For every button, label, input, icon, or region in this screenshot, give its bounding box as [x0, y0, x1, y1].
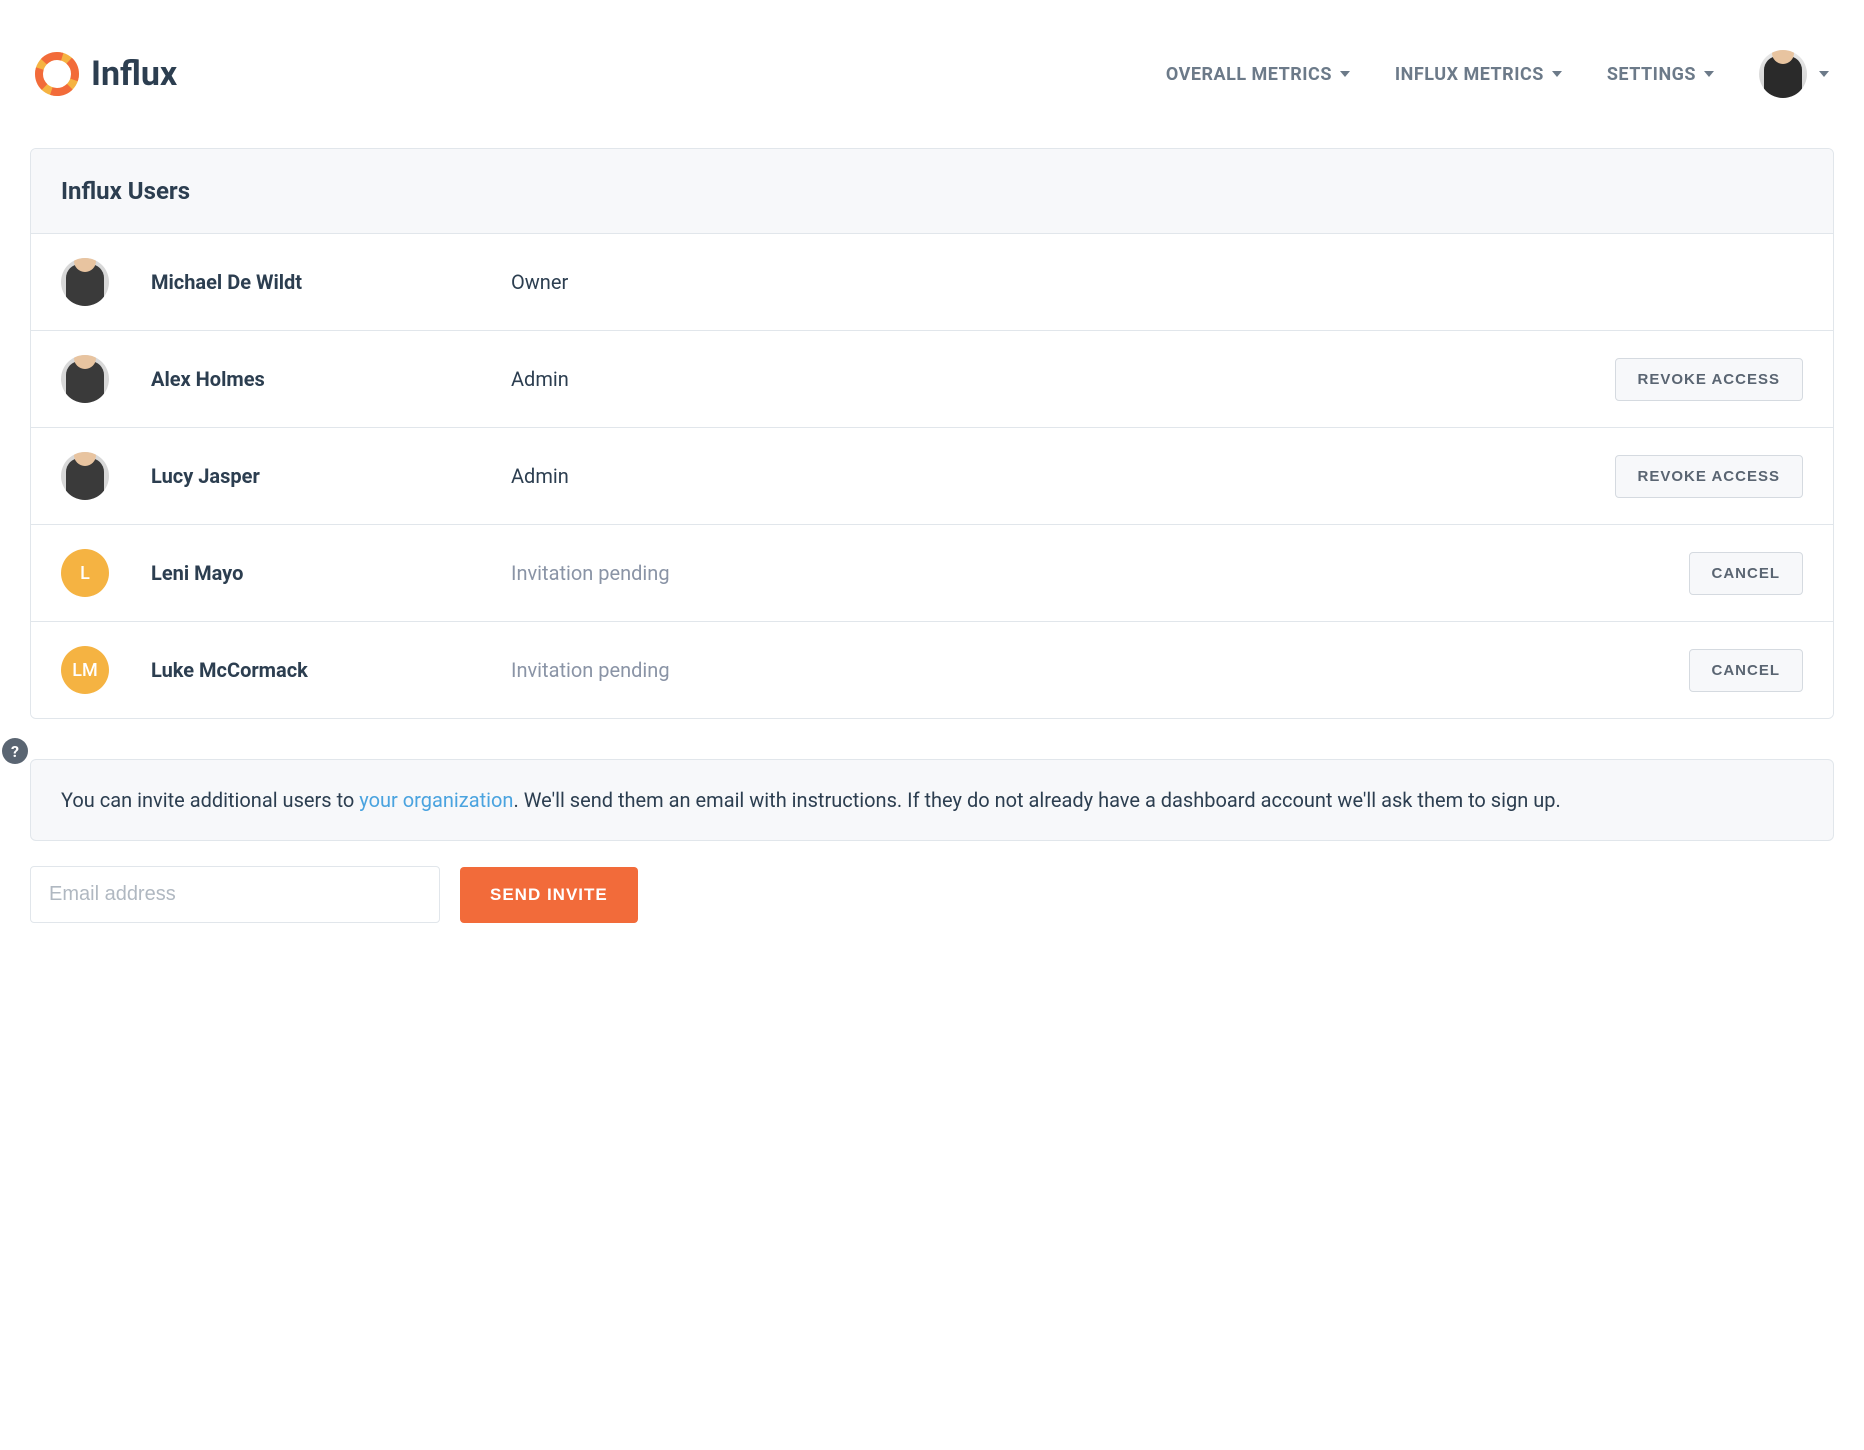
- nav-item-label: SETTINGS: [1607, 64, 1696, 85]
- user-avatar-col: [61, 355, 151, 403]
- nav: OVERALL METRICS INFLUX METRICS SETTINGS: [1166, 50, 1829, 98]
- user-avatar-col: LM: [61, 646, 151, 694]
- help-button[interactable]: ?: [2, 738, 28, 764]
- logo[interactable]: Influx: [35, 52, 177, 96]
- user-row: Michael De WildtOwner: [31, 234, 1833, 331]
- invite-info-panel: You can invite additional users to your …: [30, 759, 1834, 841]
- avatar-initials: LM: [61, 646, 109, 694]
- user-name: Luke McCormack: [151, 658, 511, 682]
- panel-header: Influx Users: [31, 149, 1833, 234]
- avatar-initials: L: [61, 549, 109, 597]
- chevron-down-icon: [1704, 71, 1714, 77]
- revoke-access-button[interactable]: REVOKE ACCESS: [1615, 455, 1803, 498]
- brand-icon: [35, 52, 79, 96]
- chevron-down-icon: [1819, 71, 1829, 77]
- nav-item-label: INFLUX METRICS: [1395, 64, 1544, 85]
- info-text: You can invite additional users to: [61, 788, 359, 812]
- avatar: [61, 355, 109, 403]
- user-avatar-col: L: [61, 549, 151, 597]
- user-avatar-col: [61, 258, 151, 306]
- user-role: Invitation pending: [511, 658, 1689, 682]
- avatar: [1759, 50, 1807, 98]
- info-text: . We'll send them an email with instruct…: [513, 788, 1560, 812]
- user-action-col: CANCEL: [1689, 649, 1804, 692]
- user-role: Admin: [511, 367, 1615, 391]
- user-name: Lucy Jasper: [151, 464, 511, 488]
- user-row: Alex HolmesAdminREVOKE ACCESS: [31, 331, 1833, 428]
- header: Influx OVERALL METRICS INFLUX METRICS SE…: [15, 0, 1849, 148]
- user-name: Leni Mayo: [151, 561, 511, 585]
- revoke-access-button[interactable]: REVOKE ACCESS: [1615, 358, 1803, 401]
- avatar: [61, 258, 109, 306]
- chevron-down-icon: [1552, 71, 1562, 77]
- user-row: LM Luke McCormackInvitation pendingCANCEL: [31, 622, 1833, 718]
- user-role: Admin: [511, 464, 1615, 488]
- user-row: L Leni MayoInvitation pendingCANCEL: [31, 525, 1833, 622]
- nav-settings[interactable]: SETTINGS: [1607, 64, 1714, 85]
- user-action-col: CANCEL: [1689, 552, 1804, 595]
- user-row: Lucy JasperAdminREVOKE ACCESS: [31, 428, 1833, 525]
- organization-link[interactable]: your organization: [359, 788, 513, 812]
- user-name: Alex Holmes: [151, 367, 511, 391]
- nav-overall-metrics[interactable]: OVERALL METRICS: [1166, 64, 1350, 85]
- user-avatar-col: [61, 452, 151, 500]
- panel-title: Influx Users: [61, 177, 1803, 205]
- invite-row: SEND INVITE: [30, 866, 1834, 923]
- cancel-button[interactable]: CANCEL: [1689, 649, 1804, 692]
- cancel-button[interactable]: CANCEL: [1689, 552, 1804, 595]
- user-name: Michael De Wildt: [151, 270, 511, 294]
- nav-influx-metrics[interactable]: INFLUX METRICS: [1395, 64, 1562, 85]
- user-role: Invitation pending: [511, 561, 1689, 585]
- chevron-down-icon: [1340, 71, 1350, 77]
- users-panel: Influx Users Michael De WildtOwnerAlex H…: [30, 148, 1834, 719]
- user-action-col: REVOKE ACCESS: [1615, 455, 1803, 498]
- user-action-col: REVOKE ACCESS: [1615, 358, 1803, 401]
- email-input[interactable]: [30, 866, 440, 923]
- avatar: [61, 452, 109, 500]
- brand-name: Influx: [91, 54, 177, 94]
- user-role: Owner: [511, 270, 1803, 294]
- send-invite-button[interactable]: SEND INVITE: [460, 867, 638, 923]
- nav-item-label: OVERALL METRICS: [1166, 64, 1332, 85]
- user-menu[interactable]: [1759, 50, 1829, 98]
